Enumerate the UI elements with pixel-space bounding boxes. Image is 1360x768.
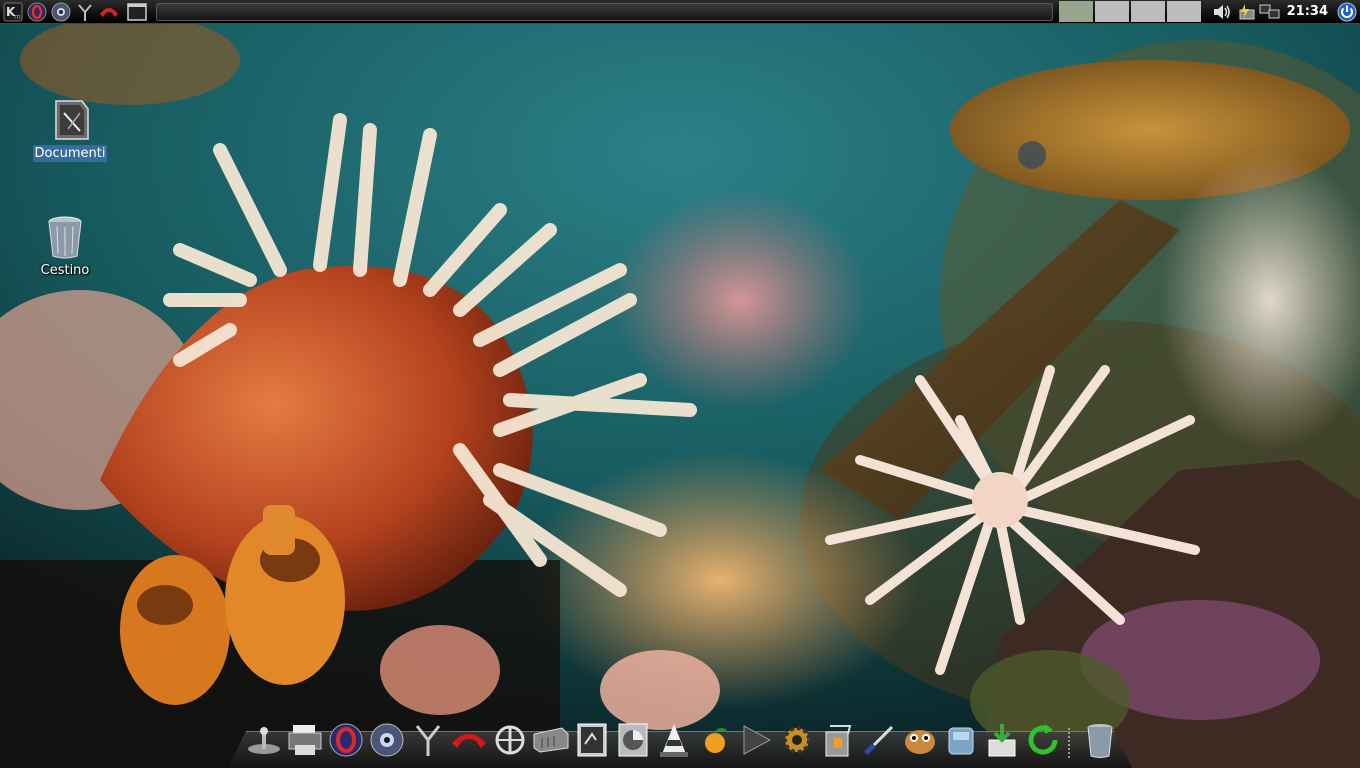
joystick-icon[interactable] (244, 720, 284, 760)
taskbar[interactable] (156, 2, 1053, 21)
trash-icon (48, 216, 82, 259)
eye-icon[interactable] (50, 1, 72, 23)
refresh-icon[interactable] (1023, 720, 1063, 760)
printer-icon[interactable] (285, 720, 325, 760)
download-icon[interactable] (982, 720, 1022, 760)
antenna-icon[interactable] (408, 720, 448, 760)
trash-icon[interactable] (1080, 720, 1120, 760)
network-icon[interactable] (1259, 1, 1281, 23)
play-icon[interactable] (736, 720, 776, 760)
dock (244, 716, 1121, 760)
documents-folder-icon (55, 100, 89, 140)
fruit-icon[interactable] (695, 720, 735, 760)
desktop-icon-cestino[interactable]: Cestino (20, 214, 110, 279)
screwdriver-icon[interactable] (859, 720, 899, 760)
antenna-icon[interactable] (74, 1, 96, 23)
kmenu-icon[interactable]: K m (2, 1, 24, 23)
steering-wheel-icon[interactable] (490, 720, 530, 760)
desktop-icon-label: Cestino (40, 263, 90, 278)
desktop-icon-documenti[interactable]: Documenti (25, 95, 115, 162)
svg-text:m: m (14, 13, 21, 21)
phone-icon[interactable] (449, 720, 489, 760)
volume-icon[interactable] (1211, 1, 1233, 23)
show-desktop-icon[interactable] (126, 1, 148, 23)
pager-desktop-3[interactable] (1130, 0, 1165, 22)
package-icon[interactable] (818, 720, 858, 760)
network-share-icon[interactable] (941, 720, 981, 760)
eye-icon[interactable] (367, 720, 407, 760)
desktop-pager (1058, 0, 1203, 23)
opera-icon[interactable] (326, 720, 366, 760)
wallpaper-aquarium (0, 0, 1360, 768)
gimp-icon[interactable] (900, 720, 940, 760)
hard-disk-icon[interactable] (531, 720, 571, 760)
system-tray: 21:34 (1209, 1, 1360, 23)
opera-icon[interactable] (26, 1, 48, 23)
desktop[interactable]: K m 21:34 Documenti Cestino (0, 0, 1360, 768)
disk-utility-icon[interactable] (613, 720, 653, 760)
vlc-icon[interactable] (654, 720, 694, 760)
clock[interactable]: 21:34 (1287, 4, 1328, 19)
dock-separator (1068, 728, 1076, 758)
phone-icon[interactable] (98, 1, 120, 23)
power-manager-icon[interactable] (1235, 1, 1257, 23)
terminal-icon[interactable] (572, 720, 612, 760)
top-panel: K m 21:34 (0, 0, 1360, 24)
pager-desktop-2[interactable] (1094, 0, 1129, 22)
power-icon[interactable] (1336, 1, 1358, 23)
cogs-icon[interactable] (777, 720, 817, 760)
pager-desktop-4[interactable] (1166, 0, 1201, 22)
pager-desktop-1[interactable] (1058, 0, 1093, 22)
desktop-icon-label: Documenti (32, 145, 108, 162)
